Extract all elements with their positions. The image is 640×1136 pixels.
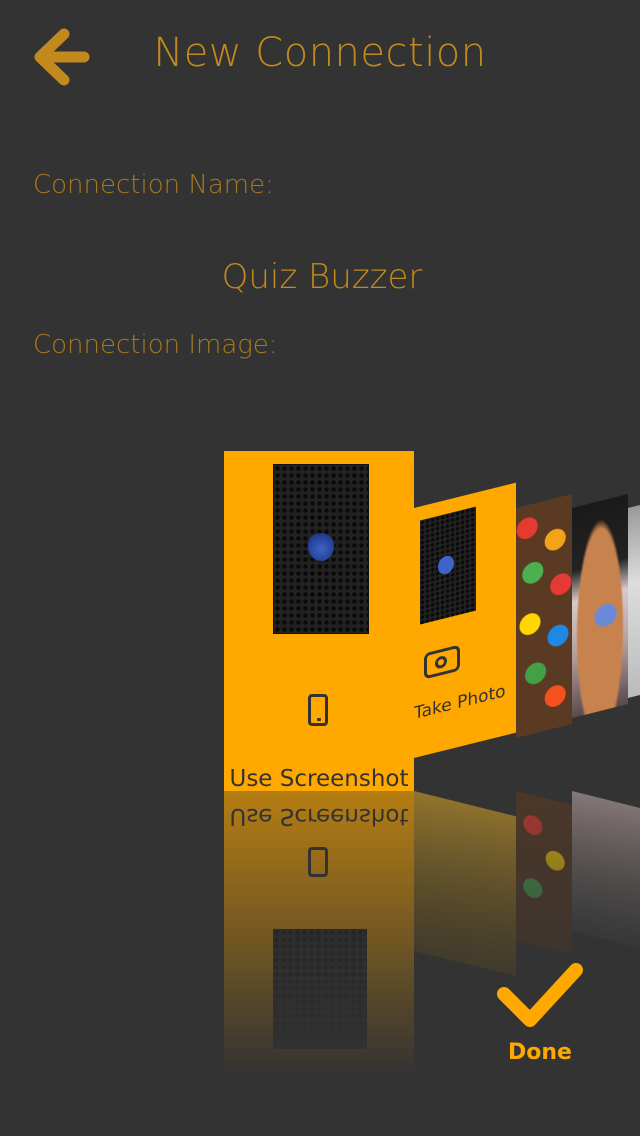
- candy-image-option[interactable]: [516, 494, 572, 738]
- camera-icon: [424, 644, 460, 680]
- reflection-phone-icon: [308, 847, 328, 877]
- reflection-main-card: Use Screenshot: [224, 791, 414, 1091]
- done-button[interactable]: Done: [490, 960, 590, 1070]
- arrow-left-icon: [34, 28, 90, 86]
- reflection-cupcake-card: [572, 791, 640, 948]
- take-photo-option[interactable]: Take Photo: [414, 482, 516, 758]
- use-screenshot-option[interactable]: Use Screenshot: [224, 451, 414, 792]
- reflection-photo-card: [414, 791, 516, 977]
- done-label: Done: [508, 1040, 572, 1065]
- connection-name-label: Connection Name:: [33, 170, 274, 200]
- reflection-label: Use Screenshot: [229, 803, 409, 829]
- reflection-preview: [273, 929, 367, 1049]
- use-screenshot-label: Use Screenshot: [229, 766, 409, 792]
- next-image-option[interactable]: [628, 505, 640, 698]
- checkmark-icon: [497, 963, 583, 1027]
- connection-image-label: Connection Image:: [33, 330, 278, 360]
- connection-name-input[interactable]: [60, 246, 584, 308]
- photo-preview: [420, 506, 476, 625]
- reflection-candy-card: [516, 791, 572, 955]
- apple-logo-icon: [308, 531, 334, 561]
- phone-icon: [308, 694, 328, 726]
- page-title: New Connection: [153, 30, 487, 76]
- screenshot-preview: [273, 464, 369, 634]
- header: New Connection: [0, 0, 640, 120]
- take-photo-label: Take Photo: [414, 681, 506, 724]
- back-button[interactable]: [28, 24, 94, 90]
- cupcake-image-option[interactable]: [572, 494, 628, 718]
